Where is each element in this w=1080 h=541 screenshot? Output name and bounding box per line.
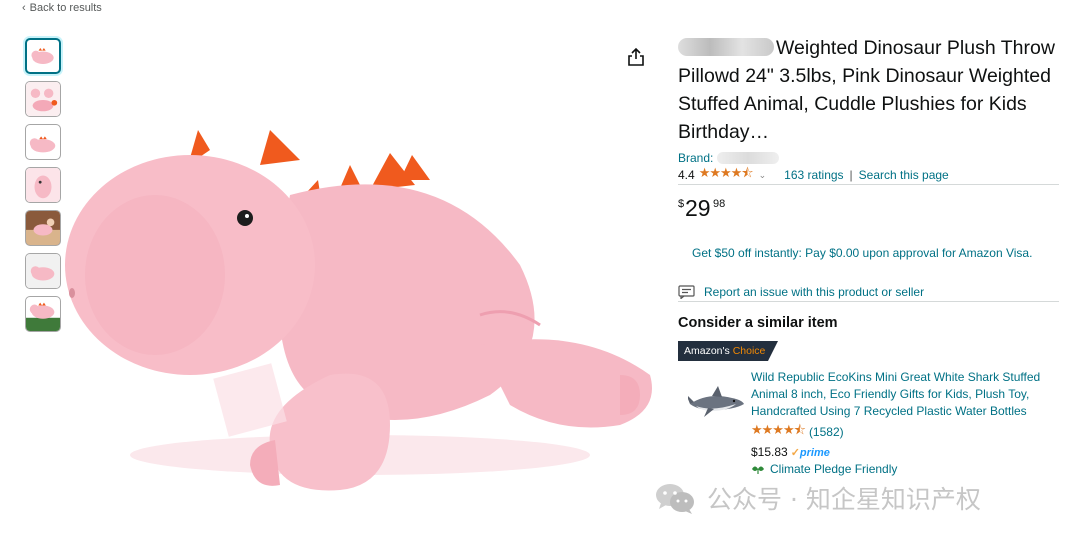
dino-front-leg xyxy=(269,373,390,491)
similar-item-heading: Consider a similar item xyxy=(678,315,838,331)
amazons-choice-badge: Amazon's Choice xyxy=(678,341,778,361)
prime-label: prime xyxy=(799,446,830,459)
blurred-brand-name xyxy=(678,38,774,56)
product-title: Weighted Dinosaur Plush Throw Pillowd 24… xyxy=(678,34,1059,146)
similar-item-rating: ★★★★⯪ (1582) xyxy=(751,421,1051,443)
price-whole: 29 xyxy=(685,195,711,221)
thumbnail-5[interactable] xyxy=(25,210,61,246)
wechat-icon xyxy=(656,484,694,514)
dino-snout-shade xyxy=(85,195,225,355)
price-fraction: 98 xyxy=(713,198,726,210)
badge-prefix: Amazon's xyxy=(684,345,730,357)
thumbnail-1[interactable] xyxy=(25,38,61,74)
similar-item-price: $15.83 xyxy=(751,445,788,459)
ratings-count-link[interactable]: 163 ratings xyxy=(784,168,843,182)
prime-badge: ✓prime xyxy=(791,446,830,459)
prime-check-icon: ✓ xyxy=(790,446,800,459)
dino-eye-highlight xyxy=(245,214,249,218)
thumbnail-7[interactable] xyxy=(25,296,61,332)
back-to-results-label: Back to results xyxy=(29,2,102,14)
chevron-left-icon: ‹ xyxy=(22,2,26,14)
thumbnail-6[interactable] xyxy=(25,253,61,289)
thumbnail-4[interactable] xyxy=(25,167,61,203)
separator: | xyxy=(849,168,853,182)
report-flag-icon xyxy=(678,285,695,299)
thumbnail-3[interactable] xyxy=(25,124,61,160)
search-this-page-link[interactable]: Search this page xyxy=(859,168,949,182)
report-issue-link[interactable]: Report an issue with this product or sel… xyxy=(704,285,924,299)
climate-pledge-label[interactable]: Climate Pledge Friendly xyxy=(770,462,897,476)
back-to-results-link[interactable]: ‹ Back to results xyxy=(22,2,102,14)
dino-spike xyxy=(260,130,300,165)
main-product-image[interactable] xyxy=(60,125,665,505)
rating-value: 4.4 xyxy=(678,168,695,182)
thumbnail-strip xyxy=(25,38,62,339)
price-symbol: $ xyxy=(678,198,685,210)
shark-plush-image[interactable] xyxy=(688,384,746,420)
star-rating-icon[interactable]: ★★★★⯪ xyxy=(751,421,806,443)
similar-item-price-row: $15.83 ✓prime xyxy=(751,445,1051,459)
leaf-icon xyxy=(752,466,764,474)
blurred-brand-link[interactable] xyxy=(717,152,780,164)
product-info-panel: Weighted Dinosaur Plush Throw Pillowd 24… xyxy=(678,34,1059,476)
similar-item-info: Wild Republic EcoKins Mini Great White S… xyxy=(751,369,1051,476)
chevron-down-icon[interactable]: ⌄ xyxy=(759,170,767,181)
rating-row: 4.4 ★★★★⯪ ⌄ 163 ratings | Search this pa… xyxy=(678,165,1059,185)
report-issue-row[interactable]: Report an issue with this product or sel… xyxy=(678,285,1059,302)
wechat-watermark: 公众号 · 知企星知识产权 xyxy=(655,480,1055,516)
watermark-text: 公众号 · 知企星知识产权 xyxy=(707,485,981,514)
climate-pledge-row[interactable]: Climate Pledge Friendly xyxy=(751,462,1051,476)
dino-nostril xyxy=(69,288,75,298)
badge-suffix: Choice xyxy=(732,345,766,357)
price: $ 29 98 xyxy=(678,195,1059,225)
brand-label: Brand: xyxy=(678,151,714,165)
thumbnail-2[interactable] xyxy=(25,81,61,117)
dino-eye xyxy=(237,210,253,226)
visa-promo-link[interactable]: Get $50 off instantly: Pay $0.00 upon ap… xyxy=(692,246,1032,260)
star-rating-icon[interactable]: ★★★★⯪ xyxy=(699,164,754,186)
similar-item-title-link[interactable]: Wild Republic EcoKins Mini Great White S… xyxy=(751,369,1051,420)
share-icon[interactable] xyxy=(626,47,646,67)
dino-spike xyxy=(400,155,430,180)
similar-rating-count-link[interactable]: (1582) xyxy=(809,425,844,439)
